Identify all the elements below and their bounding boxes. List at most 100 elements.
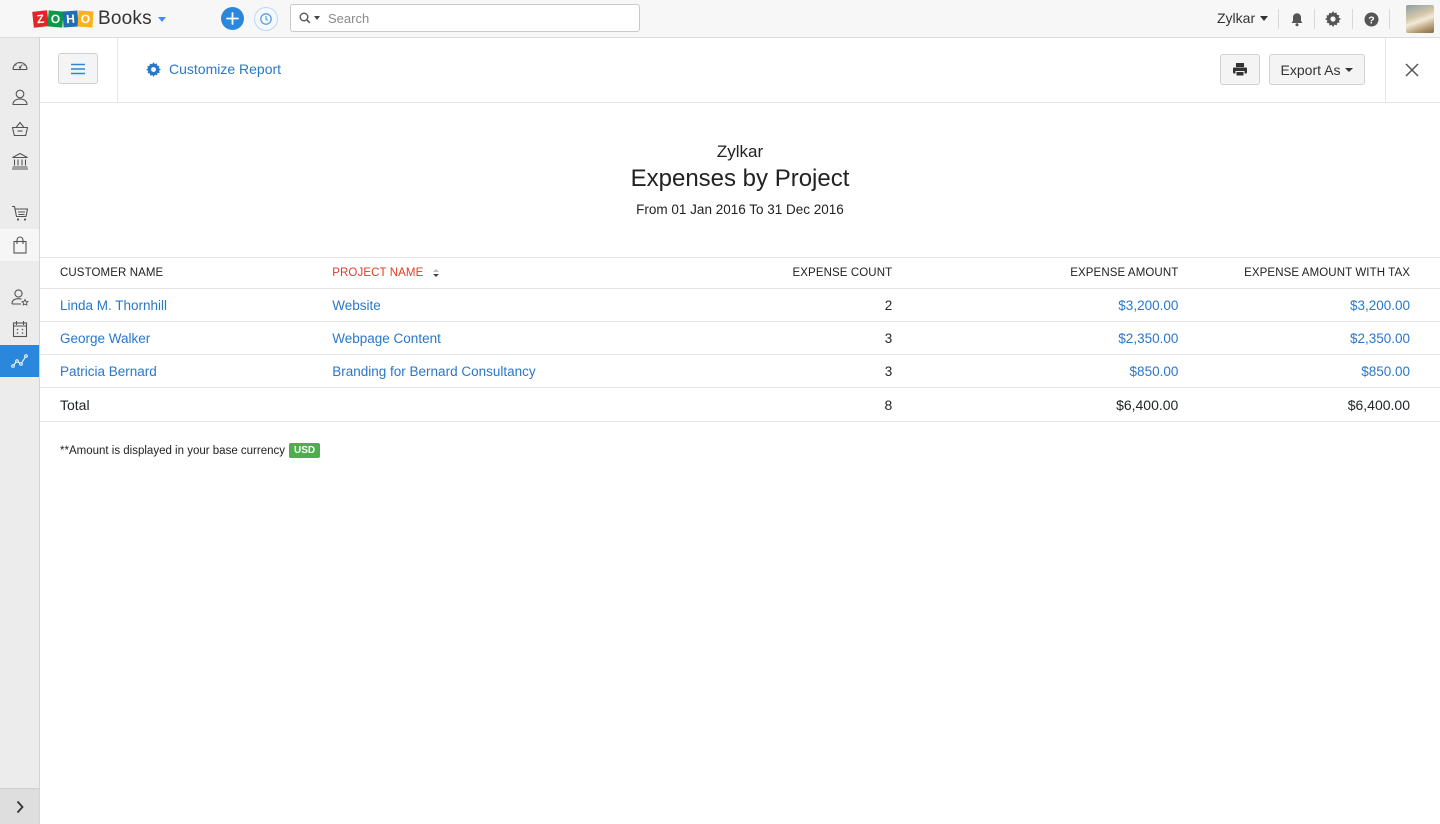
gear-icon — [146, 61, 161, 77]
customize-report-button[interactable]: Customize Report — [146, 61, 281, 77]
expense-count: 3 — [710, 321, 893, 355]
expense-count: 2 — [710, 288, 893, 322]
organization-switcher[interactable]: Zylkar — [1217, 10, 1269, 26]
close-icon — [1405, 63, 1419, 77]
table-row: Patricia Bernard Branding for Bernard Co… — [40, 354, 1440, 388]
column-header-expense-amount[interactable]: Expense Amount — [892, 257, 1179, 289]
project-link[interactable]: Website — [332, 298, 381, 313]
chevron-down-icon[interactable] — [157, 16, 166, 22]
logo-letter: H — [62, 10, 79, 28]
export-as-dropdown[interactable]: Export As — [1269, 54, 1365, 85]
project-link[interactable]: Webpage Content — [332, 331, 441, 346]
bank-icon — [11, 152, 28, 170]
search-scope-caret-icon[interactable] — [314, 16, 320, 20]
total-empty-cell — [332, 387, 711, 422]
divider — [1352, 9, 1353, 29]
sidebar-item-sales[interactable] — [0, 197, 39, 229]
bell-icon — [1291, 12, 1303, 26]
column-header-expense-amount-with-tax[interactable]: Expense Amount With Tax — [1178, 257, 1440, 289]
report-title: Expenses by Project — [630, 165, 850, 192]
search-input[interactable] — [328, 10, 618, 26]
sidebar-item-calendar[interactable] — [0, 313, 39, 345]
expense-amount-link[interactable]: $3,200.00 — [1118, 298, 1178, 313]
sidebar-item-banking[interactable] — [0, 145, 39, 177]
total-label: Total — [40, 387, 333, 422]
user-star-icon — [10, 289, 29, 306]
sidebar-item-reports[interactable] — [0, 345, 39, 377]
total-expense-amount: $6,400.00 — [892, 387, 1179, 422]
currency-badge: USD — [289, 443, 321, 458]
app-logo[interactable]: Z O H O Books — [32, 8, 166, 30]
column-header-project-name[interactable]: Project Name — [332, 257, 711, 289]
sidebar — [0, 38, 40, 824]
logo-letter: Z — [32, 10, 49, 28]
expense-amount-with-tax-link[interactable]: $2,350.00 — [1350, 331, 1410, 346]
recent-activity-icon — [260, 13, 272, 25]
report-toolbar: Customize Report Export As — [40, 38, 1440, 103]
export-as-label: Export As — [1280, 61, 1341, 78]
sidebar-item-contacts[interactable] — [0, 81, 39, 113]
total-row: Total 8 $6,400.00 $6,400.00 — [40, 387, 1440, 422]
shopping-bag-icon — [12, 236, 27, 254]
recent-activity-button[interactable] — [254, 7, 278, 31]
sidebar-item-items[interactable] — [0, 113, 39, 145]
zoho-logo: Z O H O — [32, 10, 94, 28]
sidebar-item-purchases[interactable] — [0, 229, 39, 261]
report-menu-button[interactable] — [58, 53, 98, 84]
notifications-button[interactable] — [1288, 10, 1306, 28]
organization-name: Zylkar — [1217, 10, 1256, 26]
brand-name: Books — [98, 8, 152, 29]
total-expense-amount-with-tax: $6,400.00 — [1178, 387, 1440, 422]
printer-icon — [1233, 63, 1247, 77]
top-bar: Z O H O Books Zylkar — [0, 0, 1440, 38]
expense-count: 3 — [710, 354, 893, 388]
report-table: Customer Name Project Name Expense Count… — [40, 257, 1440, 422]
divider — [1385, 38, 1386, 103]
column-header-label: Project Name — [332, 267, 424, 279]
divider — [117, 38, 118, 103]
column-header-expense-count[interactable]: Expense Count — [710, 257, 893, 289]
search-icon[interactable] — [299, 12, 311, 24]
quick-create-button[interactable] — [221, 7, 244, 30]
report-date-range: From 01 Jan 2016 To 31 Dec 2016 — [636, 202, 844, 217]
expense-amount-link[interactable]: $850.00 — [1130, 364, 1179, 379]
plus-icon — [226, 12, 239, 25]
user-avatar[interactable] — [1406, 5, 1434, 33]
settings-button[interactable] — [1324, 10, 1342, 28]
column-header-customer-name[interactable]: Customer Name — [40, 257, 333, 289]
sidebar-item-time-tracking[interactable] — [0, 281, 39, 313]
sidebar-item-dashboard[interactable] — [0, 49, 39, 81]
expense-amount-with-tax-link[interactable]: $3,200.00 — [1350, 298, 1410, 313]
basket-icon — [11, 121, 28, 137]
divider — [1278, 9, 1279, 29]
footnote-text: **Amount is displayed in your base curre… — [60, 444, 286, 457]
cart-icon — [11, 205, 28, 221]
customize-report-label: Customize Report — [169, 61, 282, 77]
chevron-down-icon — [1345, 67, 1354, 72]
currency-footnote: **Amount is displayed in your base curre… — [60, 443, 321, 458]
contacts-icon — [11, 89, 28, 106]
project-link[interactable]: Branding for Bernard Consultancy — [332, 364, 535, 379]
customer-link[interactable]: George Walker — [60, 331, 150, 346]
customer-link[interactable]: Patricia Bernard — [60, 364, 157, 379]
divider — [1389, 9, 1390, 29]
help-button[interactable]: ? — [1362, 10, 1380, 28]
customer-link[interactable]: Linda M. Thornhill — [60, 298, 167, 313]
close-report-button[interactable] — [1402, 60, 1422, 80]
chevron-right-icon — [16, 800, 24, 813]
table-row: Linda M. Thornhill Website 2 $3,200.00 $… — [40, 288, 1440, 322]
report-organization-name: Zylkar — [716, 142, 764, 161]
hamburger-icon — [71, 63, 85, 74]
table-header-row: Customer Name Project Name Expense Count… — [40, 257, 1440, 289]
logo-letter: O — [77, 10, 94, 28]
chevron-down-icon — [1260, 15, 1269, 21]
dashboard-icon — [11, 61, 28, 71]
help-icon: ? — [1364, 12, 1378, 26]
sidebar-expand-toggle[interactable] — [0, 788, 39, 824]
print-button[interactable] — [1220, 54, 1260, 85]
global-search[interactable] — [290, 4, 640, 32]
table-row: George Walker Webpage Content 3 $2,350.0… — [40, 321, 1440, 355]
divider — [1314, 9, 1315, 29]
expense-amount-link[interactable]: $2,350.00 — [1118, 331, 1178, 346]
expense-amount-with-tax-link[interactable]: $850.00 — [1361, 364, 1410, 379]
